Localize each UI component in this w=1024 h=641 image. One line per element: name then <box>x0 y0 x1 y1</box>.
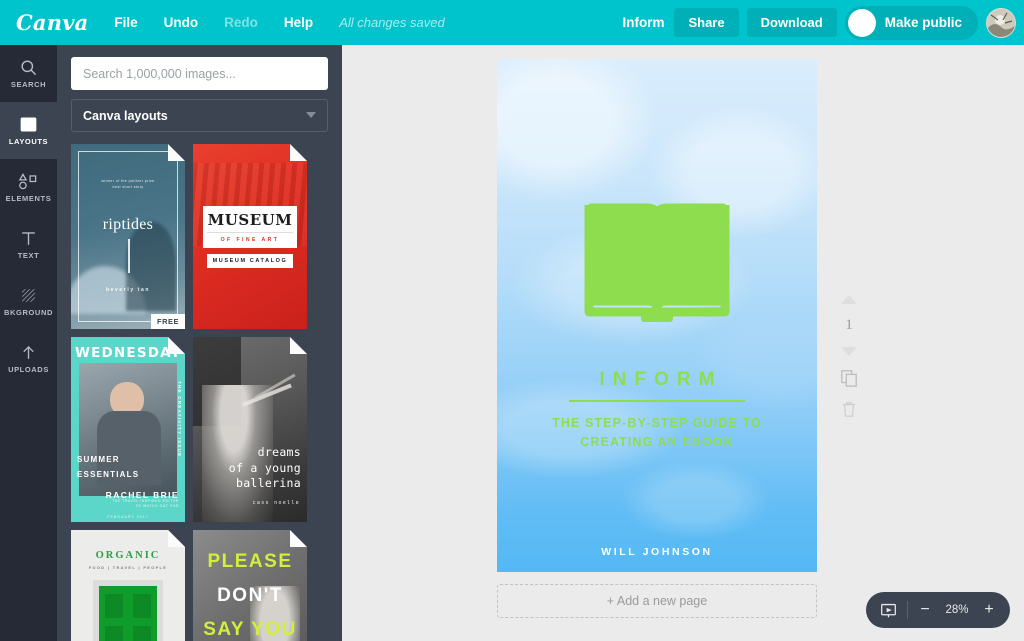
layout-thumb-ballerina[interactable]: dreams of a young ballerina cass noelle <box>193 337 307 522</box>
thumb-author: beverly tan <box>105 287 150 293</box>
design-divider <box>569 400 745 402</box>
thumb-kicker: winner of the pulitzer prize best short … <box>101 179 155 190</box>
layout-thumbnail-grid: winner of the pulitzer prize best short … <box>57 144 342 641</box>
page-fold-icon <box>290 337 307 354</box>
canva-logo[interactable]: Canva <box>16 10 88 35</box>
thumb-line2: DON'T <box>217 585 283 606</box>
page-fold-icon <box>168 337 185 354</box>
page-fold-icon <box>168 530 185 547</box>
search-input[interactable] <box>71 57 328 90</box>
layouts-panel: Canva layouts winner of the pulitzer pri… <box>57 45 342 641</box>
thumb-author: cass noelle <box>252 500 300 506</box>
sidebar-item-layouts[interactable]: LAYOUTS <box>0 102 57 159</box>
sidebar-item-bkground[interactable]: BKGROUND <box>0 273 57 330</box>
sidebar-item-label: BKGROUND <box>4 308 53 317</box>
thumb-title: dreams of a young ballerina <box>228 445 301 491</box>
thumb-line2: ESSENTIALS <box>77 470 140 479</box>
thumb-line1: SUMMER <box>77 455 120 464</box>
duplicate-page-icon[interactable] <box>840 369 858 387</box>
sidebar-item-uploads[interactable]: UPLOADS <box>0 330 57 387</box>
design-page[interactable]: INFORM THE STEP-BY-STEP GUIDE TO CREATIN… <box>497 59 817 572</box>
thumb-subtitle: OF FINE ART <box>207 232 293 243</box>
page-tools: 1 <box>829 295 869 418</box>
document-title[interactable]: Inform <box>622 15 666 30</box>
uploads-icon <box>23 346 34 359</box>
zoom-out-button[interactable]: − <box>918 602 932 618</box>
sidebar-item-label: TEXT <box>17 251 40 260</box>
save-status: All changes saved <box>339 15 445 30</box>
share-button[interactable]: Share <box>674 8 739 37</box>
layout-thumb-organic[interactable]: ORGANIC FOOD | TRAVEL | PEOPLE <box>71 530 185 641</box>
sidebar-item-search[interactable]: SEARCH <box>0 45 57 102</box>
search-field-wrap <box>57 45 342 90</box>
category-select-wrap: Canva layouts <box>57 90 342 132</box>
move-page-down-icon[interactable] <box>841 347 857 356</box>
layout-thumb-museum[interactable]: MUSEUM OF FINE ART MUSEUM CATALOG <box>193 144 307 329</box>
top-bar-actions: Inform Share Download Make public <box>622 0 1016 45</box>
design-author[interactable]: WILL JOHNSON <box>497 546 817 558</box>
zoom-in-button[interactable]: + <box>982 602 996 618</box>
sidebar-item-label: ELEMENTS <box>5 194 52 203</box>
avatar[interactable] <box>986 7 1016 38</box>
menu-item-help[interactable]: Help <box>284 15 313 30</box>
download-button[interactable]: Download <box>746 8 837 37</box>
sidebar-item-label: LAYOUTS <box>8 137 49 146</box>
search-icon <box>21 60 37 76</box>
open-book-icon <box>584 203 730 322</box>
page-number: 1 <box>845 317 853 333</box>
text-icon <box>22 232 35 245</box>
thumb-line3: SAY YOU <box>203 619 297 640</box>
layout-thumb-wednesday[interactable]: WEDNESDAY THE CREATIVITY ISSUE SUMMER ES… <box>71 337 185 522</box>
thumb-author-sub: THE TRAVEL INSPIRED EDITOR TO WATCH OUT … <box>112 498 179 508</box>
thumb-footer: FEBRUARY 2017 <box>107 515 149 519</box>
sidebar-item-text[interactable]: TEXT <box>0 216 57 273</box>
menu-item-undo[interactable]: Undo <box>164 15 199 30</box>
present-icon[interactable] <box>880 602 897 619</box>
move-page-up-icon[interactable] <box>841 295 857 304</box>
page-fold-icon <box>290 530 307 547</box>
make-public-toggle[interactable]: Make public <box>844 5 978 40</box>
thumb-line1: PLEASE <box>207 551 293 572</box>
elements-icon <box>18 173 37 190</box>
main-menu: File Undo Redo Help <box>114 15 313 30</box>
zoom-level: 28% <box>945 604 969 616</box>
design-title[interactable]: INFORM <box>497 369 817 391</box>
thumb-title: ORGANIC <box>95 550 161 561</box>
menu-item-redo[interactable]: Redo <box>224 15 258 30</box>
free-badge: FREE <box>150 314 185 329</box>
add-new-page-button[interactable]: + Add a new page <box>497 584 817 618</box>
sidebar-item-label: SEARCH <box>10 80 47 89</box>
make-public-label: Make public <box>884 15 962 30</box>
delete-page-icon[interactable] <box>841 400 857 418</box>
workspace: INFORM THE STEP-BY-STEP GUIDE TO CREATIN… <box>342 45 1024 641</box>
thumb-title: riptides <box>102 216 154 233</box>
page-fold-icon <box>290 144 307 161</box>
sidebar-item-elements[interactable]: ELEMENTS <box>0 159 57 216</box>
thumb-side-text: THE CREATIVITY ISSUE <box>177 381 182 458</box>
thumb-subtitle: FOOD | TRAVEL | PEOPLE <box>88 566 168 570</box>
thumb-title: MUSEUM <box>207 211 293 229</box>
canva-editor: Canva File Undo Redo Help All changes sa… <box>0 0 1024 641</box>
layout-thumb-riptides[interactable]: winner of the pulitzer prize best short … <box>71 144 185 329</box>
category-select[interactable]: Canva layouts <box>71 99 328 132</box>
design-subtitle[interactable]: THE STEP-BY-STEP GUIDE TO CREATING AN EB… <box>527 414 787 452</box>
chevron-down-icon <box>306 112 316 118</box>
top-bar: Canva File Undo Redo Help All changes sa… <box>0 0 1024 45</box>
thumb-tag: MUSEUM CATALOG <box>212 258 288 264</box>
sidebar-item-label: UPLOADS <box>8 365 49 374</box>
page-fold-icon <box>168 144 185 161</box>
zoom-bar: − 28% + <box>866 592 1010 628</box>
layouts-icon <box>20 117 37 132</box>
category-select-value: Canva layouts <box>83 108 168 123</box>
layout-thumb-please-dont[interactable]: PLEASE DON'T SAY YOU <box>193 530 307 641</box>
menu-item-file[interactable]: File <box>114 15 137 30</box>
left-rail: SEARCH LAYOUTS ELEMENTS TEXT BKGROUND UP… <box>0 45 57 641</box>
background-icon <box>22 289 35 302</box>
toggle-knob-icon <box>847 8 876 37</box>
divider <box>907 601 908 619</box>
